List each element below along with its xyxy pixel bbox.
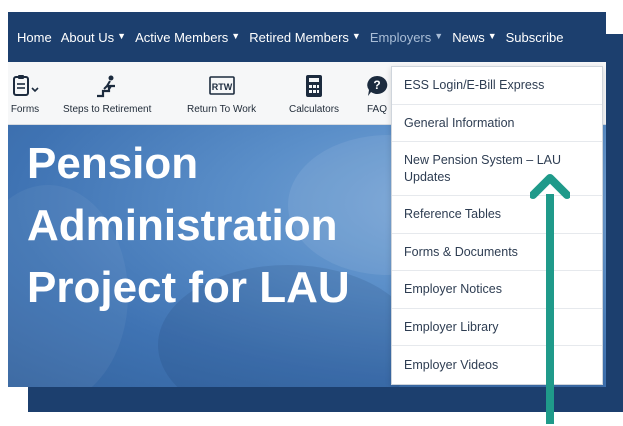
tool-forms[interactable]: Forms bbox=[10, 74, 40, 115]
nav-active-members[interactable]: Active Members ▼ bbox=[135, 30, 240, 45]
menu-item-employer-library[interactable]: Employer Library bbox=[392, 309, 602, 346]
menu-item-employer-videos[interactable]: Employer Videos bbox=[392, 346, 602, 384]
nav-about-us-label: About Us bbox=[60, 29, 115, 45]
nav-retired-members[interactable]: Retired Members ▼ bbox=[249, 30, 361, 45]
clipboard-icon bbox=[10, 74, 40, 98]
nav-news-label: News bbox=[452, 29, 485, 45]
menu-item-reference-tables[interactable]: Reference Tables bbox=[392, 196, 602, 234]
chevron-down-icon: ▼ bbox=[231, 31, 241, 41]
menu-item-ess-login[interactable]: ESS Login/E-Bill Express bbox=[392, 67, 602, 105]
tool-steps-label: Steps to Retirement bbox=[63, 104, 152, 115]
menu-item-forms-documents[interactable]: Forms & Documents bbox=[392, 234, 602, 271]
menu-item-new-pension-system[interactable]: New Pension System – LAU Updates bbox=[392, 142, 602, 196]
hero-title-line-3: Project for LAU bbox=[27, 263, 350, 312]
tool-calculators[interactable]: Calculators bbox=[289, 74, 339, 115]
nav-news[interactable]: News ▼ bbox=[452, 30, 496, 45]
nav-subscribe-label: Subscribe bbox=[505, 29, 564, 45]
hero-title: Pension Administration Project for LAU bbox=[27, 133, 350, 319]
nav-employers-label: Employers bbox=[369, 29, 432, 45]
chevron-down-icon: ▼ bbox=[487, 31, 497, 41]
employers-dropdown-menu: ESS Login/E-Bill Express General Informa… bbox=[391, 66, 603, 385]
chevron-down-icon: ▼ bbox=[351, 31, 361, 41]
climbing-stairs-icon bbox=[95, 74, 119, 98]
tool-calculators-label: Calculators bbox=[289, 104, 340, 115]
rtw-icon: RTW bbox=[208, 74, 235, 98]
nav-home[interactable]: Home bbox=[17, 30, 52, 45]
tool-return-to-work[interactable]: RTW Return To Work bbox=[187, 74, 256, 115]
question-bubble-icon: ? bbox=[365, 74, 389, 98]
chevron-down-icon: ▼ bbox=[434, 31, 444, 41]
menu-item-employer-notices[interactable]: Employer Notices bbox=[392, 271, 602, 309]
nav-subscribe[interactable]: Subscribe bbox=[506, 30, 564, 45]
tool-rtw-label: Return To Work bbox=[187, 104, 257, 115]
annotation-arrow-up-icon bbox=[530, 174, 570, 424]
nav-about-us[interactable]: About Us ▼ bbox=[61, 30, 126, 45]
nav-active-members-label: Active Members bbox=[135, 29, 229, 45]
tool-forms-label: Forms bbox=[10, 104, 40, 115]
hero-title-line-1: Pension bbox=[27, 139, 199, 188]
main-nav: Home About Us ▼ Active Members ▼ Retired M… bbox=[8, 12, 606, 62]
website-screenshot: Home About Us ▼ Active Members ▼ Retired M… bbox=[8, 12, 606, 387]
nav-home-label: Home bbox=[17, 29, 52, 45]
nav-employers[interactable]: Employers ▼ bbox=[370, 30, 443, 45]
menu-item-general-information[interactable]: General Information bbox=[392, 105, 602, 142]
nav-retired-members-label: Retired Members bbox=[249, 29, 349, 45]
tool-steps-to-retirement[interactable]: Steps to Retirement bbox=[63, 74, 151, 115]
tool-faq-label: FAQ bbox=[366, 104, 387, 115]
calculator-icon bbox=[304, 74, 324, 98]
hero-title-line-2: Administration bbox=[27, 201, 338, 250]
rtw-icon-text: RTW bbox=[211, 82, 232, 92]
svg-text:?: ? bbox=[373, 78, 380, 92]
tool-faq[interactable]: ? FAQ bbox=[365, 74, 389, 115]
chevron-down-icon: ▼ bbox=[117, 31, 127, 41]
